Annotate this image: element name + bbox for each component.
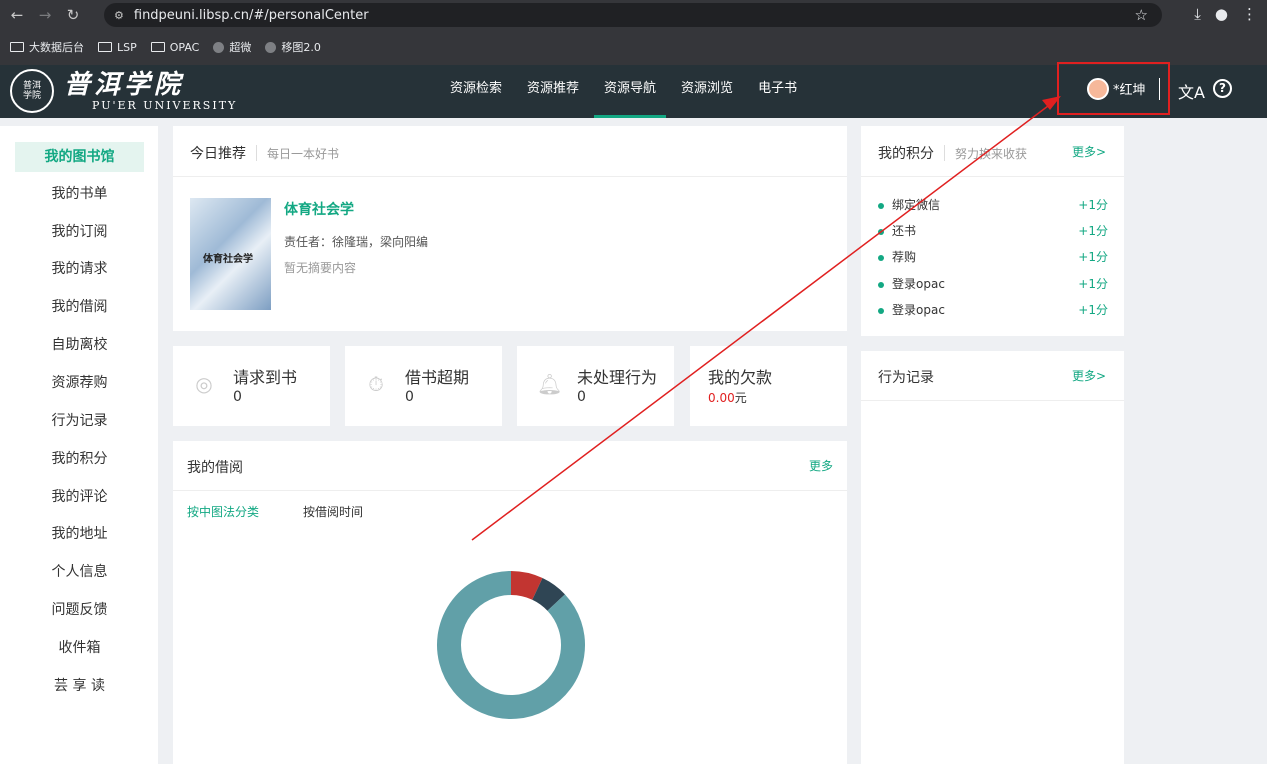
bookmark-item[interactable]: 超微 — [213, 39, 251, 55]
sidebar-item-inbox[interactable]: 收件箱 — [15, 633, 144, 663]
logo-en: PU'ER UNIVERSITY — [92, 98, 238, 112]
sidebar: 我的图书馆 我的书单 我的订阅 我的请求 我的借阅 自助离校 资源荐购 行为记录… — [0, 126, 158, 764]
stat-overdue[interactable]: ⏱ 借书超期 0 — [345, 346, 502, 426]
top-nav: 资源检索 资源推荐 资源导航 资源浏览 电子书 — [440, 65, 812, 118]
bookmarks-bar: 大数据后台 LSP OPAC 超微 移图2.0 — [0, 36, 321, 58]
timer-icon: ⏱ — [368, 372, 384, 396]
borrow-more-link[interactable]: 更多 — [809, 457, 833, 474]
book-author: 责任者：徐隆瑞，梁向阳编 — [284, 235, 429, 249]
sidebar-item-comments[interactable]: 我的评论 — [15, 482, 144, 512]
behavior-title: 行为记录 — [878, 370, 934, 386]
nav-navigation[interactable]: 资源导航 — [594, 65, 667, 118]
user-menu[interactable]: *红坤 — [1057, 62, 1170, 115]
points-more-link[interactable]: 更多> — [1072, 143, 1106, 160]
stat-request[interactable]: ◎ 请求到书 0 — [173, 346, 330, 426]
nav-recommend[interactable]: 资源推荐 — [517, 65, 589, 118]
sidebar-item-behavior[interactable]: 行为记录 — [15, 406, 144, 436]
bell-icon: 🔔︎ — [537, 372, 563, 396]
browser-actions: ⤓ ● ⋮ — [1194, 5, 1257, 23]
sidebar-item-borrow[interactable]: 我的借阅 — [15, 292, 144, 322]
star-icon[interactable]: ☆ — [1135, 6, 1148, 24]
sidebar-item-profile[interactable]: 个人信息 — [15, 557, 144, 587]
location-icon: ◎ — [195, 372, 213, 396]
behavior-card: 行为记录 更多> — [861, 351, 1124, 764]
tab-by-classification[interactable]: 按中图法分类 — [187, 503, 259, 520]
nav-search[interactable]: 资源检索 — [440, 65, 512, 118]
sidebar-item-request[interactable]: 我的请求 — [15, 254, 144, 284]
bookmark-item[interactable]: 大数据后台 — [10, 39, 84, 55]
reload-icon[interactable]: ↻ — [62, 6, 84, 24]
nav-ebook[interactable]: 电子书 — [748, 65, 807, 118]
points-row: 还书 +1分 — [878, 222, 1108, 242]
bookmark-item[interactable]: 移图2.0 — [265, 39, 321, 55]
recommend-title: 今日推荐 — [190, 146, 246, 162]
site-settings-icon[interactable]: ⚙ — [114, 9, 124, 22]
recommend-card: 今日推荐 每日一本好书 体育社会学 体育社会学 责任者：徐隆瑞，梁向阳编 暂无摘… — [173, 126, 847, 331]
debt-amount: 0.00 — [708, 391, 735, 405]
points-row: 荐购 +1分 — [878, 248, 1108, 268]
forward-icon[interactable]: → — [34, 6, 56, 24]
points-row: 登录opac +1分 — [878, 275, 1108, 295]
nav-browse[interactable]: 资源浏览 — [671, 65, 743, 118]
points-subtitle: 努力换来收获 — [955, 146, 1028, 161]
folder-icon — [10, 42, 24, 52]
bookmark-item[interactable]: LSP — [98, 41, 137, 54]
url-text: findpeuni.libsp.cn/#/personalCenter — [133, 7, 369, 23]
donut-slice[interactable] — [510, 571, 543, 600]
behavior-more-link[interactable]: 更多> — [1072, 367, 1106, 384]
back-icon[interactable]: ← — [6, 6, 28, 24]
user-name: *红坤 — [1113, 83, 1146, 98]
sidebar-item-points[interactable]: 我的积分 — [15, 444, 144, 474]
sidebar-item-subscription[interactable]: 我的订阅 — [15, 217, 144, 247]
debt-unit: 元 — [734, 391, 747, 405]
stat-pending[interactable]: 🔔︎ 未处理行为 0 — [517, 346, 674, 426]
borrow-title: 我的借阅 — [187, 460, 243, 476]
points-row: 登录opac +1分 — [878, 301, 1108, 321]
borrow-donut-chart — [437, 571, 585, 719]
tab-by-time[interactable]: 按借阅时间 — [303, 503, 363, 520]
university-logo[interactable]: 普洱 学院 普洱学院 PU'ER UNIVERSITY — [10, 69, 237, 113]
donut-slice[interactable] — [531, 578, 565, 612]
university-seal-icon: 普洱 学院 — [10, 69, 54, 113]
sidebar-item-feedback[interactable]: 问题反馈 — [15, 595, 144, 625]
sidebar-item-address[interactable]: 我的地址 — [15, 519, 144, 549]
menu-icon[interactable]: ⋮ — [1242, 5, 1257, 23]
points-row: 绑定微信 +1分 — [878, 196, 1108, 216]
avatar — [1087, 77, 1109, 100]
browser-chrome: ← → ↻ ⚙ findpeuni.libsp.cn/#/personalCen… — [0, 0, 1267, 65]
profile-icon[interactable]: ● — [1215, 5, 1228, 23]
sidebar-item-self-leave[interactable]: 自助离校 — [15, 330, 144, 360]
help-icon[interactable]: ? — [1213, 79, 1232, 98]
header-divider — [1159, 78, 1160, 100]
sidebar-item-purchase[interactable]: 资源荐购 — [15, 368, 144, 398]
recommend-subtitle: 每日一本好书 — [267, 146, 340, 161]
sidebar-item-yunxiangdu[interactable]: 芸 享 读 — [15, 671, 144, 701]
stat-debt[interactable]: 我的欠款 0.00元 — [690, 346, 847, 426]
download-icon[interactable]: ⤓ — [1194, 5, 1201, 23]
book-cover-title: 体育社会学 — [203, 254, 253, 265]
bookmark-item[interactable]: OPAC — [150, 41, 199, 54]
book-title[interactable]: 体育社会学 — [284, 199, 354, 219]
book-cover[interactable]: 体育社会学 — [190, 198, 271, 310]
borrow-card: 我的借阅 更多 按中图法分类 按借阅时间 — [173, 441, 847, 764]
globe-icon — [265, 41, 277, 53]
globe-icon — [213, 41, 225, 53]
translate-icon[interactable]: 文A — [1178, 79, 1205, 103]
folder-icon — [98, 42, 112, 52]
folder-icon — [150, 42, 165, 52]
logo-cn: 普洱学院 — [64, 69, 185, 100]
address-bar[interactable]: ⚙ findpeuni.libsp.cn/#/personalCenter ☆ — [104, 3, 1162, 27]
sidebar-item-library[interactable]: 我的图书馆 — [15, 142, 144, 172]
sidebar-item-booklist[interactable]: 我的书单 — [15, 179, 144, 209]
points-title: 我的积分 — [878, 146, 934, 162]
book-abstract: 暂无摘要内容 — [284, 261, 357, 275]
